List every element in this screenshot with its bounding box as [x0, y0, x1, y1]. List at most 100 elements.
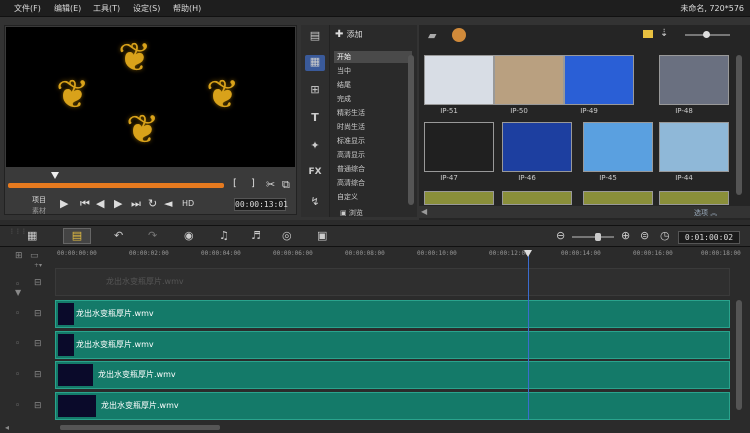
- record-capture-icon[interactable]: ◉: [184, 229, 194, 242]
- template-thumbnail[interactable]: [502, 191, 572, 205]
- path-icon[interactable]: ↯: [305, 195, 325, 211]
- volume-icon[interactable]: ◄: [164, 197, 172, 210]
- timeline-vscroll[interactable]: [736, 300, 742, 410]
- menu-help[interactable]: 帮助(H): [173, 3, 201, 14]
- category-item[interactable]: 高清综合: [334, 177, 412, 189]
- thumbnail-scrollbar[interactable]: [736, 55, 742, 195]
- mark-out-icon[interactable]: ]: [251, 178, 255, 189]
- storyboard-view-icon[interactable]: ▦: [27, 229, 37, 242]
- undo-icon[interactable]: ↶: [114, 229, 123, 242]
- template-thumbnail[interactable]: [564, 55, 634, 105]
- mark-in-icon[interactable]: [: [233, 178, 237, 189]
- zoom-slider[interactable]: [572, 236, 614, 238]
- options-button[interactable]: 选项 ︽: [694, 208, 717, 218]
- play-icon[interactable]: ▶: [60, 197, 68, 210]
- menu-tools[interactable]: 工具(T): [93, 3, 120, 14]
- graphic-icon[interactable]: ✦: [305, 139, 325, 155]
- auto-music-icon[interactable]: ♬: [251, 229, 261, 242]
- rewind-icon[interactable]: ⏮: [80, 197, 90, 211]
- sort-icon[interactable]: ⇣: [660, 28, 668, 39]
- template-thumbnail[interactable]: [424, 191, 494, 205]
- add-button[interactable]: ✚ 添加: [335, 29, 363, 40]
- scrubber-track[interactable]: [8, 183, 224, 188]
- copy-icon[interactable]: ⧉: [282, 178, 290, 192]
- lock-icon[interactable]: ◦: [15, 339, 20, 349]
- prev-frame-icon[interactable]: ◀: [96, 197, 104, 210]
- view-list-icon[interactable]: [643, 30, 653, 38]
- category-item[interactable]: 精彩生活: [334, 107, 412, 119]
- playhead-handle[interactable]: [524, 250, 532, 257]
- zoom-out-icon[interactable]: ⊖: [556, 229, 565, 242]
- track-manager-icon[interactable]: ⊞: [15, 251, 23, 261]
- lock-icon[interactable]: ◦: [15, 401, 20, 411]
- repeat-icon[interactable]: ↻: [148, 197, 157, 210]
- overlay-track[interactable]: 龙出水变瓶厚片.wmv: [55, 300, 730, 328]
- online-icon[interactable]: [452, 28, 466, 42]
- lock-icon[interactable]: ◦: [15, 370, 20, 380]
- browse-button[interactable]: ▣ 浏览: [340, 208, 363, 218]
- cut-icon[interactable]: ✂: [266, 178, 275, 191]
- collapse-left-icon[interactable]: ◀: [421, 207, 427, 216]
- timeline-hscroll[interactable]: [60, 425, 220, 430]
- transition-icon[interactable]: ⊞: [305, 83, 325, 99]
- subtitle-editor-icon[interactable]: ▣: [317, 229, 327, 242]
- template-thumbnail[interactable]: [424, 55, 494, 105]
- forward-icon[interactable]: ⏭: [131, 197, 141, 211]
- next-frame-icon[interactable]: ▶: [114, 197, 122, 210]
- category-item[interactable]: 自定义: [334, 191, 412, 203]
- instant-project-icon[interactable]: ▦: [305, 55, 325, 71]
- timeline-clip[interactable]: 龙出水变瓶厚片.wmv: [55, 331, 730, 359]
- title-icon[interactable]: T: [305, 111, 325, 127]
- time-ruler[interactable]: 00:00:00:00 00:00:02:00 00:00:04:00 00:0…: [55, 248, 741, 262]
- category-item[interactable]: 时尚生活: [334, 121, 412, 133]
- template-thumbnail[interactable]: [659, 55, 729, 105]
- overlay-track[interactable]: 龙出水变瓶厚片.wmv: [55, 361, 730, 389]
- template-thumbnail[interactable]: [424, 122, 494, 172]
- media-icon[interactable]: ▤: [305, 29, 325, 45]
- timeline-view-icon[interactable]: ▤: [63, 228, 91, 244]
- timeline-clip[interactable]: 龙出水变瓶厚片.wmv: [55, 361, 730, 389]
- menu-edit[interactable]: 编辑(E): [54, 3, 81, 14]
- video-track[interactable]: 龙出水变瓶厚片.wmv: [55, 268, 730, 296]
- category-scrollbar[interactable]: [408, 55, 414, 205]
- template-thumbnail[interactable]: [583, 122, 653, 172]
- scroll-left-icon[interactable]: ◂: [5, 423, 9, 432]
- template-thumbnail[interactable]: [659, 122, 729, 172]
- filter-icon[interactable]: FX: [305, 167, 325, 183]
- category-item[interactable]: 标准显示: [334, 135, 412, 147]
- add-track-icon[interactable]: +▾: [34, 262, 42, 269]
- menu-settings[interactable]: 设定(S): [133, 3, 160, 14]
- timeline-timecode[interactable]: 0:01:00:02: [678, 231, 740, 244]
- template-thumbnail[interactable]: [502, 122, 572, 172]
- scrubber-thumb[interactable]: [51, 172, 59, 179]
- category-item[interactable]: 完成: [334, 93, 412, 105]
- redo-icon[interactable]: ↷: [148, 229, 157, 242]
- lock-icon[interactable]: ◦: [15, 280, 20, 290]
- folder-icon[interactable]: ▰: [428, 29, 436, 42]
- project-mode-label[interactable]: 项目: [32, 195, 46, 205]
- template-thumbnail[interactable]: [494, 55, 564, 105]
- playhead-line[interactable]: [528, 250, 529, 420]
- timeline-clip[interactable]: 龙出水变瓶厚片.wmv: [55, 300, 730, 328]
- zoom-slider-thumb[interactable]: [595, 233, 601, 241]
- zoom-in-icon[interactable]: ⊕: [621, 229, 630, 242]
- clip-mode-label[interactable]: 素材: [32, 206, 46, 216]
- menu-file[interactable]: 文件(F): [14, 3, 41, 14]
- player-timecode[interactable]: 00:00:13:01: [234, 198, 288, 211]
- fit-project-icon[interactable]: ⊜: [640, 229, 649, 242]
- category-item[interactable]: 开始: [334, 51, 412, 63]
- lock-icon[interactable]: ◦: [15, 309, 20, 319]
- category-item[interactable]: 当中: [334, 65, 412, 77]
- hd-toggle[interactable]: HD: [182, 199, 194, 208]
- motion-tracking-icon[interactable]: ◎: [282, 229, 292, 242]
- overlay-track[interactable]: 龙出水变瓶厚片.wmv: [55, 331, 730, 359]
- sound-mixer-icon[interactable]: ♫: [219, 229, 229, 242]
- template-thumbnail[interactable]: [583, 191, 653, 205]
- template-thumbnail[interactable]: [659, 191, 729, 205]
- overlay-track[interactable]: 龙出水变瓶厚片.wmv: [55, 392, 730, 420]
- category-item[interactable]: 普通综合: [334, 163, 412, 175]
- chapter-icon[interactable]: ▭: [30, 251, 39, 261]
- thumbnail-size-thumb[interactable]: [703, 31, 710, 38]
- timeline-clip[interactable]: 龙出水变瓶厚片.wmv: [55, 392, 730, 420]
- category-item[interactable]: 高清显示: [334, 149, 412, 161]
